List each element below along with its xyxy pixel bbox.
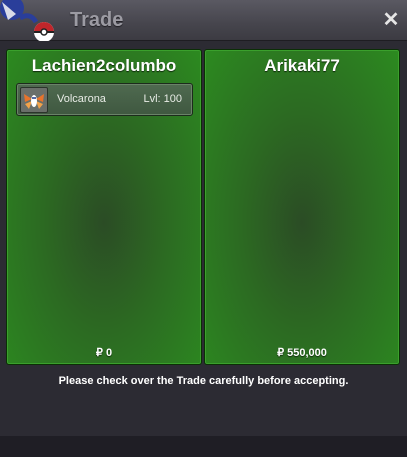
volcarona-icon bbox=[20, 87, 48, 113]
partner-money-offer: ₽ 550,000 bbox=[277, 347, 327, 359]
trade-notice: Please check over the Trade carefully be… bbox=[58, 375, 349, 387]
partner-offer-panel: Arikaki77 ₽ 550,000 bbox=[204, 49, 400, 365]
item-pokemon-level: Lvl: 100 bbox=[143, 93, 182, 105]
bottom-bar bbox=[0, 436, 407, 457]
item-pokemon-name: Volcarona bbox=[57, 93, 106, 105]
my-player-name: Lachien2columbo bbox=[31, 56, 177, 75]
pokeball-logo-icon bbox=[0, 0, 54, 42]
my-money-offer: ₽ 0 bbox=[95, 347, 113, 359]
title-bar[interactable]: Trade ✕ bbox=[0, 0, 407, 42]
my-offer-panel: Lachien2columbo Volcarona Lvl: 100 ₽ 0 bbox=[6, 49, 202, 365]
window-title: Trade bbox=[70, 9, 124, 31]
trade-item-slot[interactable]: Volcarona Lvl: 100 bbox=[16, 83, 193, 116]
partner-player-name: Arikaki77 bbox=[264, 56, 340, 75]
trade-window: Trade ✕ Lachien2columbo Volcarona Lvl: 1… bbox=[0, 0, 407, 457]
close-icon[interactable]: ✕ bbox=[381, 9, 401, 31]
